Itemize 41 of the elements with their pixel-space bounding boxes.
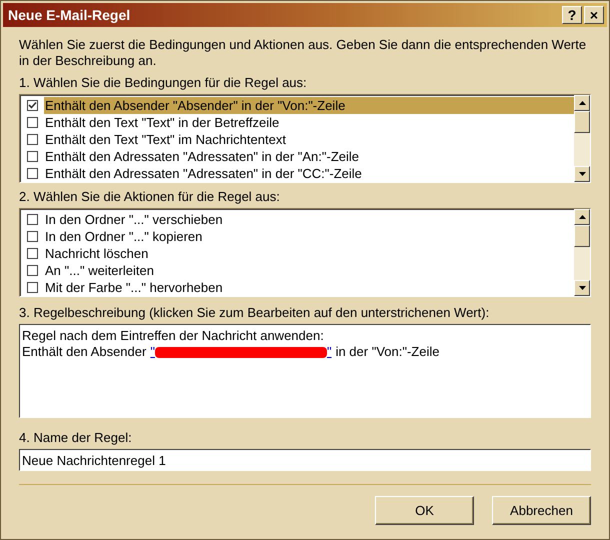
list-item[interactable]: Enthält den Adressaten "Adressaten" in der "An:"-Zeile xyxy=(44,148,574,165)
section-label: 4. Name der Regel: xyxy=(19,430,133,446)
scrollbar[interactable] xyxy=(574,95,590,182)
list-item[interactable]: Enthält den Text "Text" in der Betreffzeile xyxy=(44,114,574,131)
scrollbar[interactable] xyxy=(574,209,590,296)
checkbox[interactable] xyxy=(27,134,38,145)
close-button[interactable]: × xyxy=(584,6,604,24)
list-item[interactable]: Nachricht löschen xyxy=(44,245,574,262)
list-item[interactable]: In den Ordner "..." kopieren xyxy=(44,228,574,245)
list-item[interactable]: In den Ordner "..." verschieben xyxy=(44,211,574,228)
scroll-down-icon xyxy=(578,172,586,176)
list-item[interactable]: Enthält den Adressaten "Adressaten" in der "CC:"-Zeile xyxy=(44,165,574,182)
help-button[interactable]: ? xyxy=(562,6,582,24)
list-item[interactable]: Enthält den Text "Text" im Nachrichtentext xyxy=(44,131,574,148)
list-item[interactable]: Mit der Farbe "..." hervorheben xyxy=(44,279,574,296)
checkbox[interactable] xyxy=(27,282,38,293)
rule-name-field[interactable]: Neue Nachrichtenregel 1 xyxy=(19,449,591,471)
checkbox[interactable] xyxy=(27,248,38,259)
scroll-up-icon xyxy=(578,101,586,105)
description-text: Regel nach dem Eintreffen der Nachricht anwenden: xyxy=(22,328,324,344)
description-text: Enthält den Absender xyxy=(22,344,146,360)
checkbox[interactable] xyxy=(27,231,38,242)
section-label: 1. Wählen Sie die Bedingungen für die Regel aus: xyxy=(19,75,308,91)
checkbox[interactable] xyxy=(27,117,38,128)
cancel-button[interactable]: Abbrechen xyxy=(492,496,591,525)
list-item[interactable]: Enthält den Absender "Absender" in der "Von:"-Zeile xyxy=(44,97,574,114)
description-text: in der "Von:"-Zeile xyxy=(336,344,440,360)
window-title: Neue E-Mail-Regel xyxy=(8,7,132,23)
section-label: 3. Regelbeschreibung (klicken Sie zum Bearbeiten auf den unterstrichenen Wert): xyxy=(19,305,490,321)
checkbox[interactable] xyxy=(27,265,38,276)
ok-button[interactable]: OK xyxy=(375,496,474,525)
instructions-text: Wählen Sie zuerst die Bedingungen und Aktionen aus. Geben Sie dann die entsprechenden Werte in der Beschreibung an. xyxy=(19,37,588,69)
checkbox[interactable] xyxy=(27,168,38,179)
scroll-up-icon xyxy=(578,215,586,219)
sender-link[interactable]: " " xyxy=(150,344,332,360)
checkbox[interactable] xyxy=(27,151,38,162)
section-label: 2. Wählen Sie die Aktionen für die Regel aus: xyxy=(19,189,281,205)
scroll-down-icon xyxy=(578,286,586,290)
list-item[interactable]: An "..." weiterleiten xyxy=(44,262,574,279)
checkbox[interactable] xyxy=(27,100,38,111)
checkbox[interactable] xyxy=(27,214,38,225)
